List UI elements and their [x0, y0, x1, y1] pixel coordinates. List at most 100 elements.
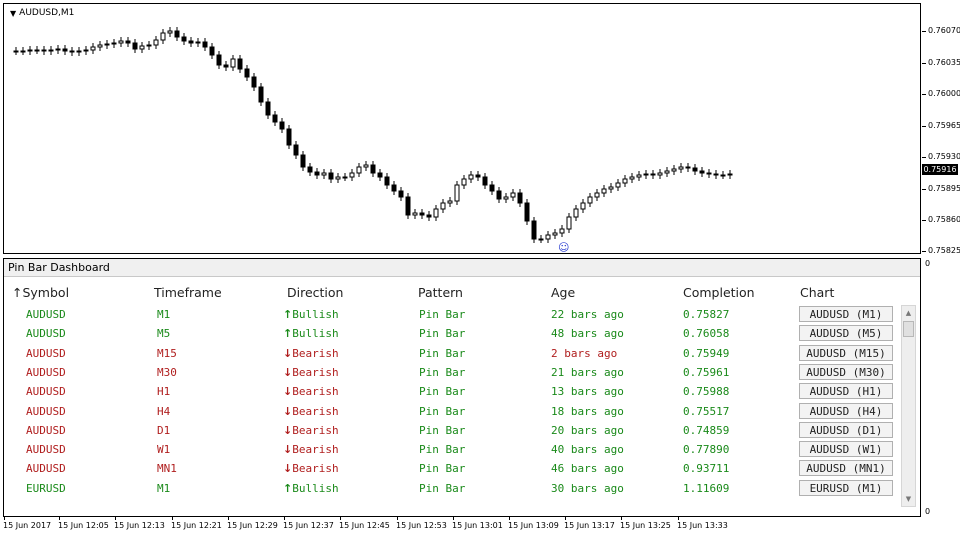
- open-chart-button[interactable]: AUDUSD (M30): [799, 363, 893, 380]
- price-label: 0.76035: [928, 58, 960, 67]
- candle-body: [398, 190, 404, 198]
- column-header-chart[interactable]: Chart: [800, 285, 834, 300]
- open-chart-button[interactable]: AUDUSD (W1): [799, 441, 893, 458]
- cell-pattern: Pin Bar: [419, 385, 466, 399]
- time-axis: 15 Jun 2017 15 Jun 12:05 15 Jun 12:13 15 Ju…: [3, 517, 921, 537]
- time-tick: [678, 517, 679, 520]
- direction-label: Bearish: [292, 423, 339, 437]
- direction-label: Bearish: [292, 346, 339, 360]
- time-label: 15 Jun 13:25: [620, 521, 671, 530]
- time-tick: [172, 517, 173, 520]
- candle-body: [356, 166, 362, 174]
- candle-body: [552, 232, 558, 236]
- candle-body: [132, 42, 138, 50]
- open-chart-button[interactable]: AUDUSD (M5): [799, 325, 893, 342]
- column-header-completion[interactable]: Completion: [683, 285, 755, 300]
- cell-pattern: Pin Bar: [419, 346, 466, 360]
- cell-age: 13 bars ago: [551, 385, 624, 399]
- direction-label: Bearish: [292, 443, 339, 457]
- column-header-direction[interactable]: Direction: [287, 285, 343, 300]
- time-label: 15 Jun 13:17: [564, 521, 615, 530]
- candle-body: [650, 173, 656, 176]
- candle-body: [482, 176, 488, 186]
- cell-symbol: AUDUSD: [26, 443, 66, 457]
- cell-direction: ↓Bearish: [283, 385, 339, 398]
- cell-age: 18 bars ago: [551, 404, 624, 418]
- candle-body: [405, 196, 411, 216]
- candle-body: [223, 64, 229, 68]
- open-chart-button[interactable]: AUDUSD (H1): [799, 383, 893, 400]
- cell-direction: ↑Bullish: [283, 308, 339, 321]
- candle-body: [13, 50, 19, 53]
- column-header-pattern[interactable]: Pattern: [418, 285, 463, 300]
- candle-body: [293, 144, 299, 156]
- candle-body: [699, 170, 705, 174]
- arrow-down-icon: ↓: [283, 443, 293, 457]
- cell-age: 48 bars ago: [551, 327, 624, 341]
- cell-completion: 0.93711: [683, 462, 730, 476]
- candle-body: [510, 192, 516, 198]
- open-chart-button[interactable]: AUDUSD (MN1): [799, 460, 893, 477]
- column-header-timeframe[interactable]: Timeframe: [154, 285, 222, 300]
- open-chart-button[interactable]: AUDUSD (M15): [799, 344, 893, 361]
- scroll-down-arrow-icon[interactable]: ▼: [902, 492, 915, 506]
- cell-pattern: Pin Bar: [419, 404, 466, 418]
- price-tick: [922, 94, 926, 95]
- column-header-symbol[interactable]: ↑Symbol: [12, 285, 69, 300]
- candle-body: [349, 172, 355, 178]
- cell-symbol: AUDUSD: [26, 385, 66, 399]
- scroll-up-arrow-icon[interactable]: ▲: [902, 306, 915, 320]
- price-chart[interactable]: ▼ AUDUSD,M1: [3, 3, 921, 254]
- candle-body: [83, 49, 89, 52]
- candle-body: [657, 172, 663, 176]
- open-chart-button[interactable]: AUDUSD (H4): [799, 402, 893, 419]
- current-price-badge: 0.75916: [922, 164, 958, 175]
- cell-completion: 0.75517: [683, 404, 730, 418]
- candle-body: [447, 200, 453, 204]
- scroll-thumb[interactable]: [903, 321, 914, 337]
- cell-timeframe: D1: [157, 423, 171, 437]
- candle-body: [678, 166, 684, 170]
- open-chart-button[interactable]: EURUSD (M1): [799, 479, 893, 496]
- arrow-down-icon: ↓: [283, 423, 293, 437]
- price-scale: 0.76070 0.76035 0.76000 0.75965 0.75930 0.758…: [922, 0, 960, 520]
- candle-body: [419, 212, 425, 216]
- cell-timeframe: M1: [157, 308, 171, 321]
- arrow-up-icon: ↑: [283, 481, 293, 495]
- candle-body: [76, 50, 82, 53]
- candle-body: [342, 176, 348, 179]
- open-chart-button[interactable]: AUDUSD (M1): [799, 306, 893, 322]
- open-chart-button[interactable]: AUDUSD (D1): [799, 421, 893, 438]
- price-label: 0.75825: [928, 246, 960, 255]
- arrow-down-icon: ↓: [283, 404, 293, 418]
- time-tick: [621, 517, 622, 520]
- candle-body: [321, 172, 327, 176]
- time-label: 15 Jun 2017: [3, 521, 52, 530]
- candle-body: [573, 208, 579, 218]
- candle-body: [615, 182, 621, 188]
- candle-body: [517, 192, 523, 204]
- candle-body: [216, 54, 222, 66]
- candle-body: [384, 176, 390, 186]
- candle-body: [335, 176, 341, 180]
- column-header-age[interactable]: Age: [551, 285, 575, 300]
- candle-body: [111, 42, 117, 45]
- candle-body: [692, 167, 698, 172]
- cell-direction: ↓Bearish: [283, 462, 339, 475]
- arrow-down-icon: ↓: [283, 385, 293, 399]
- candle-body: [412, 212, 418, 216]
- cell-direction: ↓Bearish: [283, 405, 339, 418]
- cell-age: 40 bars ago: [551, 443, 624, 457]
- dashboard-title: Pin Bar Dashboard: [4, 259, 920, 277]
- cell-symbol: AUDUSD: [26, 462, 66, 476]
- candle-body: [230, 58, 236, 68]
- time-tick: [115, 517, 116, 520]
- candle-body: [27, 49, 33, 52]
- arrow-up-icon: ↑: [283, 327, 293, 341]
- time-tick: [4, 517, 5, 520]
- candle-body: [587, 196, 593, 204]
- dashboard-scrollbar[interactable]: ▲ ▼: [901, 305, 916, 507]
- cell-age: 20 bars ago: [551, 423, 624, 437]
- time-tick: [397, 517, 398, 520]
- cell-timeframe: M30: [157, 365, 177, 379]
